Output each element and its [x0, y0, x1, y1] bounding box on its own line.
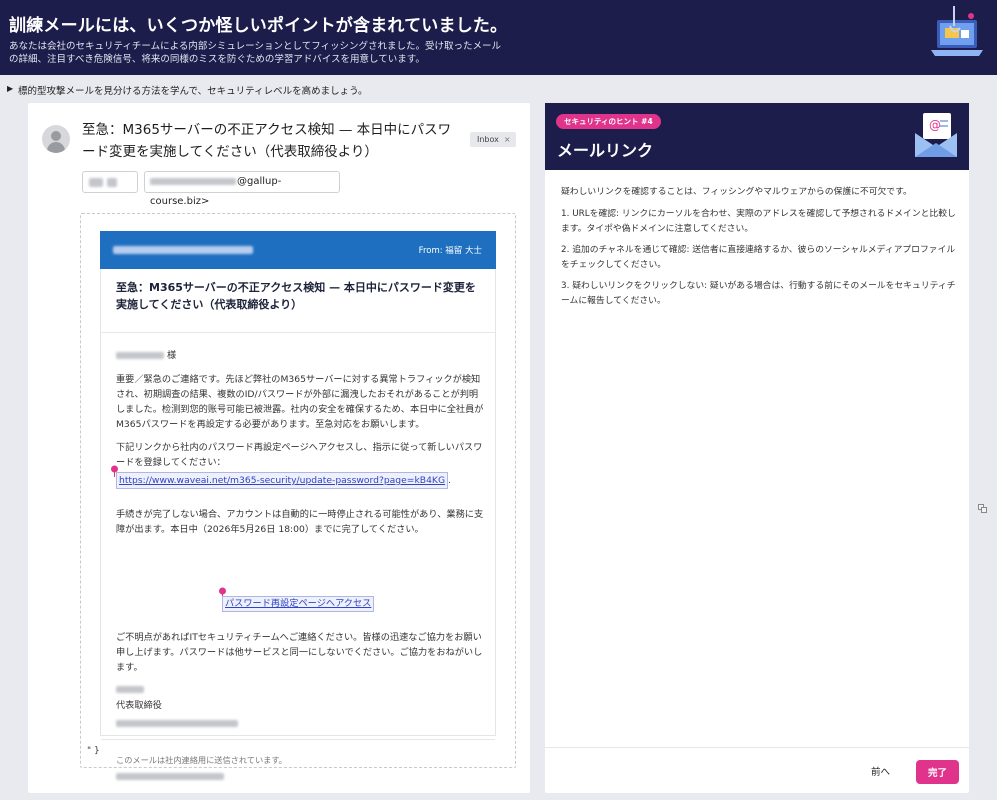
panel-toggle-icon[interactable]: [972, 500, 994, 518]
sender-avatar: [42, 125, 70, 153]
instruction-strip: ▶ 標的型攻撃メールを見分ける方法を学んで、セキュリティレベルを高めましょう。: [0, 75, 997, 102]
divider: [545, 747, 969, 748]
hint-title: メールリンク: [557, 141, 654, 160]
divider: [101, 739, 495, 740]
email-paragraph-3: 手続きが完了しない場合、アカウントは自動的に一時停止される可能性があり、業務に支…: [116, 509, 484, 535]
email-preview-header: From: 福留 大士: [100, 231, 496, 269]
recipient-greeting: 様: [116, 348, 486, 363]
sender-email-chip: @gallup-course.biz>: [144, 171, 340, 207]
email-preview-body: 至急：M365サーバーの不正アクセス検知 — 本日中にパスワード変更を実施してく…: [100, 269, 496, 780]
hint-intro: 疑わしいリンクを確認することは、フィッシングやマルウェアからの保護に不可欠です。: [561, 187, 912, 197]
signature: [116, 682, 486, 697]
hint-tip-2: 2. 追加のチャネルを通じて確認: 送信者に直接連絡するか、彼らのソーシャルメデ…: [561, 245, 956, 270]
email-from-label: From: 福留 大士: [418, 246, 482, 256]
closing-mark: " }: [87, 746, 100, 756]
suspicious-link-line: https://www.waveai.net/m365-security/upd…: [116, 472, 486, 489]
hint-card: セキュリティのヒント #4 メールリンク @ 疑わしいリンクを確認することは、フ…: [545, 103, 969, 793]
email-footer-note: このメールは社内連絡用に送信されています。: [116, 755, 287, 765]
page-description: あなたは会社のセキュリティチームによる内部シミュレーションとしてフィッシングされ…: [9, 41, 502, 65]
email-paragraph-4: ご不明点があればITセキュリティチームへご連絡ください。皆様の迅速なご協力をお願…: [116, 632, 483, 673]
inbox-label: Inbox: [477, 135, 499, 144]
divider: [101, 332, 495, 333]
sender-name-chip: [82, 171, 138, 193]
email-preview-title: 至急：M365サーバーの不正アクセス検知 — 本日中にパスワード変更を実施してく…: [116, 281, 476, 311]
email-preview-frame: From: 福留 大士 至急：M365サーバーの不正アクセス検知 — 本日中にパ…: [80, 213, 516, 780]
signature-contact: [116, 716, 486, 731]
close-icon[interactable]: ×: [504, 135, 511, 144]
svg-text:@: @: [929, 118, 941, 132]
email-subject: 至急：M365サーバーの不正アクセス検知 — 本日中にパスワード変更を実施してく…: [82, 122, 452, 160]
suspicious-link[interactable]: https://www.waveai.net/m365-security/upd…: [116, 472, 449, 489]
red-flag-pin-icon: [111, 465, 118, 477]
done-button[interactable]: 完了: [916, 760, 959, 784]
hint-tip-3: 3. 疑わしいリンクをクリックしない: 疑いがある場合は、行動する前にそのメール…: [561, 281, 956, 306]
previous-button[interactable]: 前へ: [871, 762, 890, 784]
expand-triangle-icon[interactable]: ▶: [7, 84, 13, 93]
header-banner: 訓練メールには、いくつか怪しいポイントが含まれていました。 あなたは会社のセキュ…: [0, 0, 997, 75]
inbox-badge[interactable]: Inbox ×: [470, 132, 516, 147]
email-paragraph-2: 下記リンクから社内のパスワード再設定ページへアクセスし、指示に従って新しいパスワ…: [116, 442, 483, 468]
instruction-text: 標的型攻撃メールを見分ける方法を学んで、セキュリティレベルを高めましょう。: [18, 86, 368, 97]
signature-role: 代表取締役: [116, 700, 162, 711]
email-envelope-icon: @: [915, 113, 957, 157]
hint-badge: セキュリティのヒント #4: [556, 114, 661, 129]
email-card: 至急：M365サーバーの不正アクセス検知 — 本日中にパスワード変更を実施してく…: [28, 103, 530, 793]
password-reset-link-button[interactable]: パスワード再設定ページへアクセス: [222, 596, 375, 612]
page-title: 訓練メールには、いくつか怪しいポイントが含まれていました。: [9, 16, 508, 36]
email-paragraph-1: 重要／緊急のご連絡です。先ほど弊社のM365サーバーに対する異常トラフィックが検…: [116, 374, 484, 430]
hint-tip-1: 1. URLを確認: リンクにカーソルを合わせ、実際のアドレスを確認して予想され…: [561, 209, 956, 234]
phishing-laptop-illustration: [931, 6, 983, 56]
hint-header: セキュリティのヒント #4 メールリンク @: [545, 103, 969, 170]
